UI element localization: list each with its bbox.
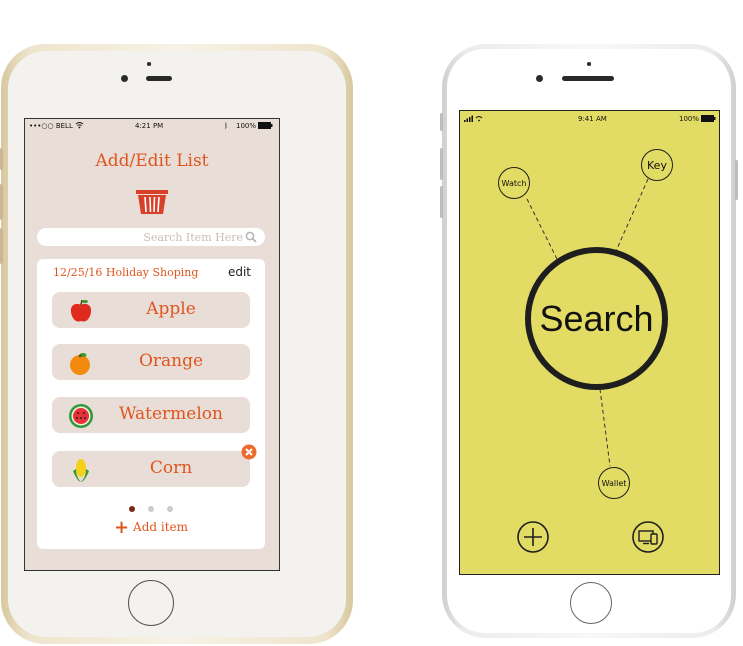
carrier-label: •••○○ BELL <box>29 122 73 130</box>
wallet-node[interactable]: Wallet <box>598 467 630 499</box>
plus-icon: + <box>113 517 130 538</box>
key-node[interactable]: Key <box>641 149 673 181</box>
front-camera <box>536 75 543 82</box>
shopping-list-card: 12/25/16 Holiday Shoping edit Apple Oran… <box>37 259 265 549</box>
sensor <box>147 62 151 66</box>
home-button[interactable] <box>128 580 174 626</box>
battery-icon <box>258 122 273 129</box>
item-finder-screen: 9:41 AM 100% Watch Key Wallet Search <box>459 110 720 575</box>
add-item-label: Add item <box>133 520 189 534</box>
page-dot-active[interactable] <box>128 506 135 512</box>
mute-switch <box>440 113 443 131</box>
home-button[interactable] <box>570 582 612 624</box>
page-dot[interactable] <box>167 506 174 512</box>
volume-up-button <box>0 184 3 220</box>
apple-icon <box>70 299 92 322</box>
edit-button[interactable]: edit <box>228 265 251 279</box>
devices-icon[interactable] <box>632 521 664 553</box>
page-indicator[interactable] <box>37 497 265 516</box>
status-time: 4:21 PM <box>135 122 164 130</box>
search-button[interactable]: Search <box>525 247 668 390</box>
volume-down-button <box>0 228 3 264</box>
item-label: Orange <box>138 351 204 371</box>
front-camera <box>121 75 128 82</box>
corn-icon <box>73 459 89 482</box>
item-label: Apple <box>146 299 196 319</box>
watermelon-icon <box>69 404 93 428</box>
page-title: Add/Edit List <box>95 151 209 171</box>
volume-up-button <box>440 148 443 180</box>
shopping-list-screen: •••○○ BELL 4:21 PM ᛒ 100% Add/Edit List … <box>24 118 280 571</box>
search-placeholder: Search Item Here <box>143 231 243 244</box>
list-title: 12/25/16 Holiday Shoping <box>53 266 199 279</box>
item-label: Watermelon <box>119 404 223 424</box>
power-button <box>735 160 738 200</box>
item-label: Corn <box>149 458 193 478</box>
delete-item-icon[interactable] <box>241 444 257 460</box>
watch-node[interactable]: Watch <box>498 167 530 199</box>
list-item-apple[interactable]: Apple <box>52 292 250 328</box>
list-item-orange[interactable]: Orange <box>52 344 250 380</box>
add-item-button[interactable]: + Add item <box>37 517 265 538</box>
battery-label: 100% <box>236 122 257 130</box>
list-item-watermelon[interactable]: Watermelon <box>52 397 250 433</box>
search-icon[interactable] <box>245 231 257 243</box>
status-bar: •••○○ BELL 4:21 PM ᛒ 100% <box>25 119 279 133</box>
orange-icon <box>70 353 90 375</box>
earpiece-speaker <box>562 76 614 81</box>
earpiece-speaker <box>146 76 172 81</box>
search-input[interactable]: Search Item Here <box>37 228 265 246</box>
list-item-corn[interactable]: Corn <box>52 451 250 487</box>
sensor <box>587 62 591 66</box>
add-icon[interactable] <box>517 521 549 553</box>
basket-icon <box>136 190 168 214</box>
wifi-icon <box>75 122 84 129</box>
volume-down-button <box>440 186 443 218</box>
mute-switch <box>0 148 3 170</box>
bluetooth-icon: ᛒ <box>224 122 229 130</box>
page-dot[interactable] <box>148 506 154 512</box>
